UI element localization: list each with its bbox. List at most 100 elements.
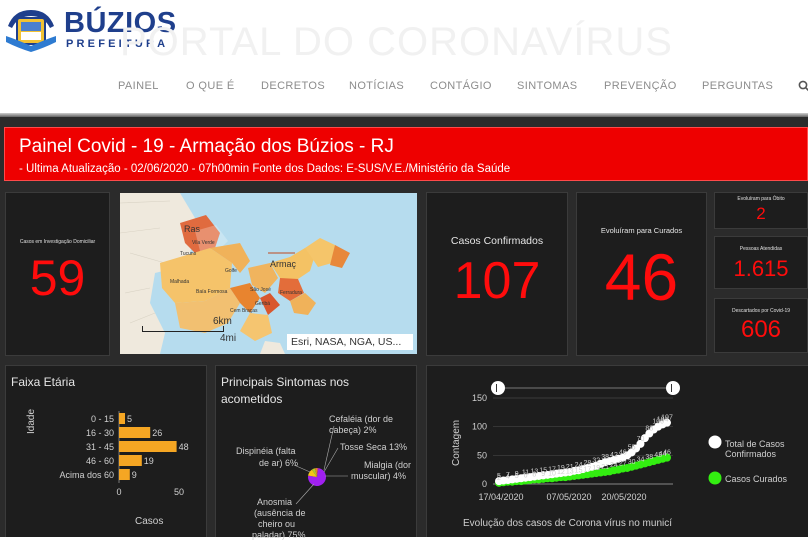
evo-data-label: 21 [601,464,609,471]
dashboard-banner: Painel Covid - 19 - Armação dos Búzios -… [4,127,808,181]
label-dispneia-1: Dispinéia (falta [236,446,296,456]
faixa-category-label: 0 - 15 [91,414,114,424]
map-label-rasa: Ras [184,224,201,234]
confirmados-value: 107 [453,252,541,310]
nav-perguntas[interactable]: PERGUNTAS [702,80,773,92]
evo-y-tick: 0 [482,479,487,489]
panel-sintomas[interactable]: Principais Sintomas nos acometidos Cefal… [215,365,417,540]
dashboard-update-info: - Ultima Atualização - 02/06/2020 - 07h0… [19,163,511,175]
panel-investigacao[interactable]: Casos em Investigação Domiciliar 59 [5,192,110,356]
obito-label: Evoluíram para Óbito [737,196,785,202]
evo-data-label: 2 [497,475,501,482]
evo-data-label: 6 [524,473,528,480]
evo-data-label: 13 [566,469,574,476]
faixa-ylabel: Idade [26,408,37,434]
atendidas-label: Pessoas Atendidas [739,246,783,252]
label-cefaleia-1: Cefaléia (dor de [329,414,394,424]
map-scale-bar [142,326,224,332]
main-nav: PAINEL O QUE É DECRETOS NOTÍCIAS CONTÁGI… [0,80,808,96]
evo-range-handle-right [666,381,680,395]
legend-curados-marker [708,471,722,485]
map-attribution[interactable]: Esri, NASA, NGA, US... [287,334,413,350]
map-label-golfe: Golfe [225,268,237,274]
panel-evolucao[interactable]: 0 50 100 150 17/04/2020 07/05/2020 20/05/2020 5… [426,365,808,537]
label-mialgia-1: Mialgia (dor [364,460,412,470]
faixa-value-label: 48 [179,442,189,452]
evo-data-label: 70 [637,436,645,443]
panel-curados[interactable]: Evoluíram para Curados 46 [576,192,707,356]
evo-data-label: 9 [541,471,545,478]
panel-faixa-etaria[interactable]: Faixa Etária 0 - 15 5 16 - 30 26 31 - 45 48 46… [5,365,207,537]
legend-total-label[interactable]: Total de Casos Confirmados [725,439,785,459]
label-cefaleia-2: cabeça) 2% [329,425,377,435]
city-crest-icon[interactable] [4,6,58,52]
panel-atendidas[interactable]: Pessoas Atendidas 1.615 [714,236,808,289]
evo-data-label: 10 [548,470,556,477]
faixa-x-tick: 0 [116,487,121,497]
evo-data-label: 55 [628,444,636,451]
nav-sintomas[interactable]: SINTOMAS [517,80,577,92]
evo-data-label: 42 [610,452,618,459]
evo-data-label: 32 [592,458,600,465]
evo-data-label: 8 [532,471,536,478]
nav-o-que-e[interactable]: O QUE É [186,80,235,92]
faixa-bar [119,469,130,480]
site-header: BÚZIOS PREFEITURA PORTAL DO CORONAVÍRUS … [0,0,808,113]
faixa-bar [119,427,151,438]
evo-data-label: 27 [619,461,627,468]
evo-range-handle-left [491,381,505,395]
panel-descartados[interactable]: Descartados por Covid-19 606 [714,298,808,353]
evo-y-tick: 50 [477,450,487,460]
search-icon[interactable] [798,80,808,92]
nav-contagio[interactable]: CONTÁGIO [430,80,492,92]
pie-leader-line [295,483,315,505]
nav-prevencao[interactable]: PREVENÇÃO [604,80,677,92]
map-label-armacao: Armaç [270,259,297,269]
evo-range-handle-right-grip [671,384,672,392]
evo-data-label: 38 [645,454,653,461]
faixa-bar [119,413,125,424]
nav-decretos[interactable]: DECRETOS [261,80,325,92]
label-anosmia-1: Anosmia [257,497,293,507]
map-label-vila-verde: Vila Verde [192,240,215,246]
label-anosmia-4: paladar) 75% [252,530,306,540]
faixa-xlabel: Casos [135,516,164,527]
faixa-chart[interactable]: 0 - 15 5 16 - 30 26 31 - 45 48 46 - 60 19 Acima … [6,366,206,538]
evo-data-label: 38 [601,454,609,461]
panel-confirmados[interactable]: Casos Confirmados 107 [426,192,568,356]
evo-data-label: 34 [637,457,645,464]
label-dispneia-2: de ar) 6% [259,458,299,468]
label-anosmia-3: cheiro ou [258,519,296,529]
map-label-cem-bracas: Cem Braças [230,308,258,314]
evo-data-label: 107 [661,415,673,422]
evo-data-label: 46 [619,450,627,457]
faixa-category-label: 16 - 30 [86,428,114,438]
label-mialgia-2: muscular) 4% [351,471,407,481]
nav-painel[interactable]: PAINEL [118,80,159,92]
evo-x-tick: 17/04/2020 [478,492,523,502]
investigacao-label: Casos em Investigação Domiciliar [19,239,96,245]
panel-obito[interactable]: Evoluíram para Óbito 2 [714,192,808,229]
evo-data-label: 4 [506,474,510,481]
label-tosse: Tosse Seca 13% [340,442,408,452]
nav-noticias[interactable]: NOTÍCIAS [349,80,404,92]
evo-x-tick: 07/05/2020 [546,492,591,502]
obito-value: 2 [756,204,766,223]
faixa-bar [119,455,142,466]
investigacao-value: 59 [29,250,86,306]
legend-curados-label[interactable]: Casos Curados [725,474,787,484]
map-label-ferradura: Ferradura [280,290,302,296]
evo-data-label: 12 [557,469,565,476]
evo-data-label: 88 [645,426,653,433]
faixa-x-tick: 50 [174,487,184,497]
map-label-sao-jose: São José [250,287,271,293]
faixa-value-label: 26 [152,428,162,438]
descartados-value: 606 [740,316,782,343]
evo-data-label: 17 [584,466,592,473]
dashboard-title: Painel Covid - 19 - Armação dos Búzios -… [19,136,394,157]
evo-data-label: 5 [515,473,519,480]
faixa-category-label: Acima dos 60 [59,470,114,480]
evo-data-label: 19 [592,465,600,472]
map-label-baia-formosa: Baía Formosa [196,289,228,295]
faixa-category-label: 46 - 60 [86,456,114,466]
